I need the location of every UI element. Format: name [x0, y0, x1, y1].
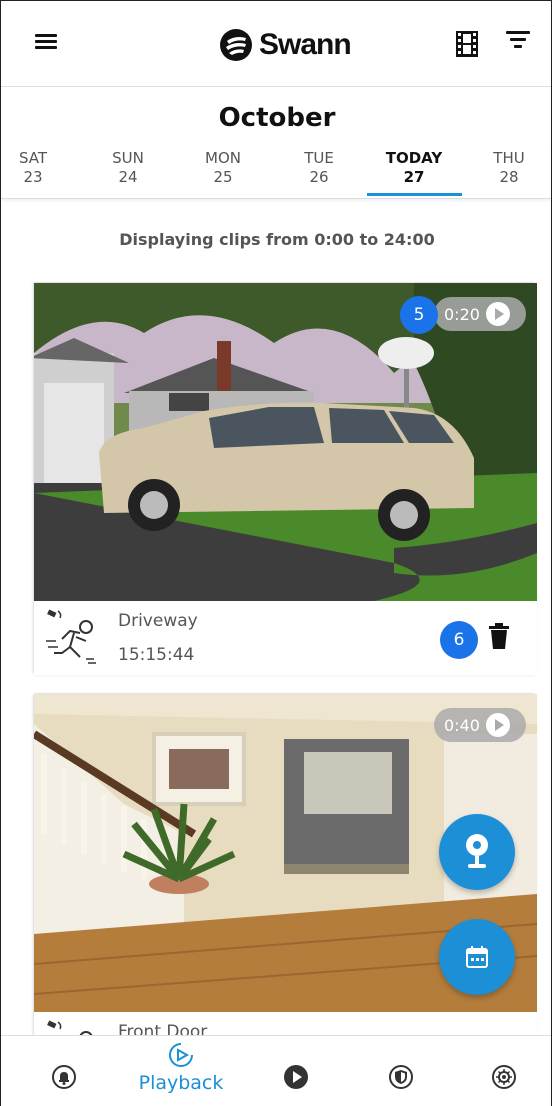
annotation-badge: 5	[400, 296, 438, 334]
live-play-icon	[284, 1065, 308, 1089]
trash-icon[interactable]	[489, 623, 509, 649]
alerts-icon	[52, 1065, 76, 1089]
nav-playback[interactable]: Playback	[136, 1040, 226, 1106]
clip-duration-button[interactable]: 0:20	[434, 297, 526, 331]
nav-playback-label: Playback	[138, 1072, 224, 1094]
nav-alerts[interactable]	[49, 1064, 79, 1094]
camera-name: Driveway	[118, 611, 198, 631]
hamburger-menu-icon[interactable]	[35, 31, 65, 55]
play-icon	[485, 713, 510, 737]
camera-select-button[interactable]	[439, 814, 515, 890]
app-screen: Swann October SAT 23 SUN 24 MON 25 TUE 2…	[0, 0, 552, 1106]
day-number: 26	[309, 168, 329, 186]
playback-icon	[169, 1043, 193, 1067]
day-tab-sun[interactable]: SUN 24	[83, 149, 173, 187]
play-icon	[485, 302, 510, 326]
security-icon	[389, 1065, 413, 1089]
clip-duration: 0:40	[444, 715, 480, 735]
settings-icon	[492, 1065, 516, 1089]
bottom-navigation: Playback	[1, 1035, 551, 1106]
annotation-badge: 6	[440, 621, 478, 659]
day-name: TUE	[304, 149, 334, 167]
clip-card[interactable]: 0:20 5 Driveway 15:15:44 6	[33, 282, 537, 675]
brand-name: Swann	[259, 28, 352, 61]
nav-settings[interactable]	[489, 1064, 519, 1094]
day-name: TODAY	[385, 149, 443, 167]
day-number: 24	[118, 168, 138, 186]
nav-security[interactable]	[386, 1064, 416, 1094]
day-tab-today[interactable]: TODAY 27	[369, 149, 459, 187]
day-number: 23	[23, 168, 43, 186]
day-tab-tue[interactable]: TUE 26	[274, 149, 364, 187]
day-name: SUN	[112, 149, 144, 167]
month-title: October	[218, 103, 336, 133]
day-name: MON	[205, 149, 241, 167]
clip-duration-button[interactable]: 0:40	[434, 708, 526, 742]
motion-detection-icon	[46, 609, 96, 664]
day-number: 25	[213, 168, 233, 186]
swann-logo-mark	[220, 29, 252, 61]
day-number: 28	[499, 168, 519, 186]
day-number: 27	[403, 168, 425, 186]
filter-icon[interactable]	[505, 31, 531, 55]
clip-time: 15:15:44	[118, 645, 195, 665]
day-tab-mon[interactable]: MON 25	[178, 149, 268, 187]
nav-live[interactable]	[281, 1064, 311, 1094]
day-name: SAT	[18, 149, 48, 167]
calendar-icon	[466, 946, 488, 968]
camera-icon	[466, 834, 488, 868]
clip-range-text: Displaying clips from 0:00 to 24:00	[119, 230, 435, 249]
selected-day-indicator	[367, 193, 462, 196]
day-name: THU	[493, 149, 525, 167]
day-tab-sat[interactable]: SAT 23	[1, 149, 78, 187]
clip-duration: 0:20	[444, 304, 480, 324]
top-app-bar: Swann	[1, 1, 551, 87]
day-tab-thu[interactable]: THU 28	[464, 149, 551, 187]
day-tabs: SAT 23 SUN 24 MON 25 TUE 26 TODAY 27 THU…	[1, 149, 551, 199]
swann-logo: Swann	[219, 25, 352, 65]
calendar-button[interactable]	[439, 919, 515, 995]
clip-info: Driveway 15:15:44 6	[34, 601, 537, 675]
film-strip-icon[interactable]	[456, 31, 478, 57]
